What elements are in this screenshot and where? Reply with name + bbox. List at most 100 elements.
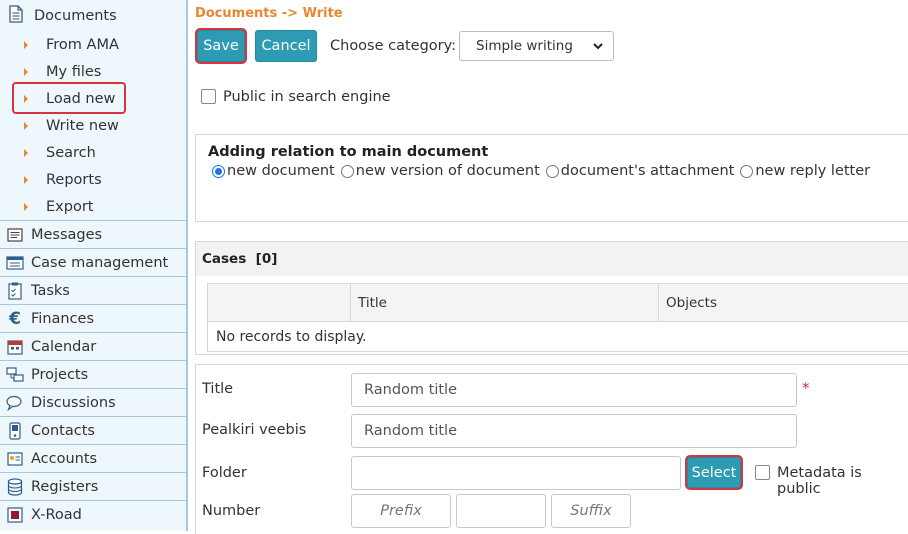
title-label: Title [202,381,234,397]
radio-label: document's attachment [560,163,735,179]
sidebar-item-tasks[interactable]: Tasks [0,276,186,304]
sidebar-subitem-export[interactable]: Export [0,193,186,220]
web-title-label: Pealkiri veebis [202,422,307,438]
radio-icon [545,164,559,178]
tasks-icon [6,282,24,300]
sidebar-item-label: Finances [31,310,95,327]
column-header-objects[interactable]: Objects [658,284,908,322]
chevron-down-icon [591,39,605,53]
sidebar-subitem-search[interactable]: Search [0,139,186,166]
sidebar-item-label: Discussions [31,394,116,411]
web-title-input[interactable]: Random title [351,414,797,448]
case-management-icon [6,254,24,272]
public-search-label: Public in search engine [223,89,391,105]
folder-input[interactable] [351,456,681,490]
document-icon [8,5,24,27]
arrow-right-icon [24,148,28,157]
suffix-input[interactable]: Suffix [551,494,631,528]
cases-header: Cases [0] [196,242,908,276]
sidebar-item-label: Projects [31,366,89,383]
arrow-right-icon [24,67,28,76]
main-content: Documents -> Write Save Cancel Choose ca… [189,0,908,534]
sidebar-item-label: Accounts [31,450,98,467]
folder-label: Folder [202,465,247,481]
sidebar-item-label: Messages [31,226,103,243]
column-header-title[interactable]: Title [350,284,658,322]
sidebar-subitem-from-ama[interactable]: From AMA [0,31,186,58]
accounts-icon [6,450,24,468]
select-folder-button[interactable]: Select [687,457,741,488]
relation-options: new document new version of document doc… [212,163,876,179]
cases-empty-text: No records to display. [216,329,367,345]
radio-selected-icon [212,164,225,178]
sidebar-item-discussions[interactable]: Discussions [0,388,186,416]
sidebar-item-x-road[interactable]: X-Road [0,500,186,528]
save-button[interactable]: Save [197,30,245,62]
sidebar-item-calendar[interactable]: Calendar [0,332,186,360]
cases-count: [0] [255,251,278,267]
discussions-icon [6,394,24,412]
registers-icon [6,477,24,496]
radio-attachment[interactable]: document's attachment [545,163,735,179]
prefix-input[interactable]: Prefix [351,494,451,528]
metadata-public-checkbox[interactable] [755,465,770,480]
calendar-icon [6,338,24,356]
required-mark: * [802,379,810,397]
sidebar-item-label: X-Road [31,506,82,523]
sidebar-item-projects[interactable]: Projects [0,360,186,388]
category-label: Choose category: [330,38,457,54]
sidebar-item-registers[interactable]: Registers [0,472,186,500]
radio-icon [740,164,754,178]
arrow-right-icon [24,121,28,130]
document-form: Title Random title * Pealkiri veebis Ran… [195,364,908,534]
radio-new-document[interactable]: new document [212,163,335,179]
category-select-value: Simple writing [476,38,573,54]
sidebar-subitem-label: Export [46,198,94,215]
sidebar-item-label: Contacts [31,422,95,439]
radio-label: new document [227,163,335,179]
sidebar-item-label: Calendar [31,338,97,355]
sidebar-item-label: Tasks [31,282,70,299]
radio-new-version[interactable]: new version of document [340,163,540,179]
sidebar-item-contacts[interactable]: Contacts [0,416,186,444]
sidebar-item-accounts[interactable]: Accounts [0,444,186,472]
radio-reply-letter[interactable]: new reply letter [740,163,870,179]
cancel-button[interactable]: Cancel [255,30,317,62]
sidebar-item-documents[interactable]: Documents [0,0,186,32]
number-input[interactable] [456,494,546,528]
sidebar-subitem-label: Search [46,144,96,161]
category-select[interactable]: Simple writing [459,31,614,61]
messages-icon [6,226,24,244]
sidebar: Documents From AMA My files Load new Wri… [0,0,188,531]
relation-panel: Adding relation to main document new doc… [195,134,908,222]
projects-icon [6,366,24,384]
arrow-right-icon [24,202,28,211]
sidebar-subitem-label: Write new [46,117,119,134]
sidebar-subitem-my-files[interactable]: My files [0,58,186,85]
sidebar-subitem-label: Load new [46,90,116,107]
sidebar-subitem-label: Reports [46,171,102,188]
contacts-icon [6,421,24,440]
sidebar-item-messages[interactable]: Messages [0,220,186,248]
number-label: Number [202,503,261,519]
metadata-public-label: Metadata is public [777,465,862,497]
x-road-icon [6,506,24,524]
sidebar-item-label: Documents [34,8,117,24]
radio-label: new version of document [355,163,540,179]
sidebar-subitem-write-new[interactable]: Write new [0,112,186,139]
cases-table: Title Objects No records to display. [207,283,908,352]
arrow-right-icon [24,40,28,49]
column-header-select[interactable] [208,284,350,322]
sidebar-item-case-management[interactable]: Case management [0,248,186,276]
sidebar-item-label: Case management [31,254,169,271]
sidebar-subitem-load-new[interactable]: Load new [0,85,186,112]
title-input[interactable]: Random title [351,373,797,407]
sidebar-subitem-reports[interactable]: Reports [0,166,186,193]
breadcrumb: Documents -> Write [195,6,343,21]
public-search-checkbox[interactable] [201,89,216,104]
cases-panel: Cases [0] Title Objects No records to di… [195,241,908,355]
euro-icon: € [9,308,21,329]
sidebar-item-finances[interactable]: € Finances [0,304,186,332]
arrow-right-icon [24,94,28,103]
sidebar-subitem-label: My files [46,63,102,80]
